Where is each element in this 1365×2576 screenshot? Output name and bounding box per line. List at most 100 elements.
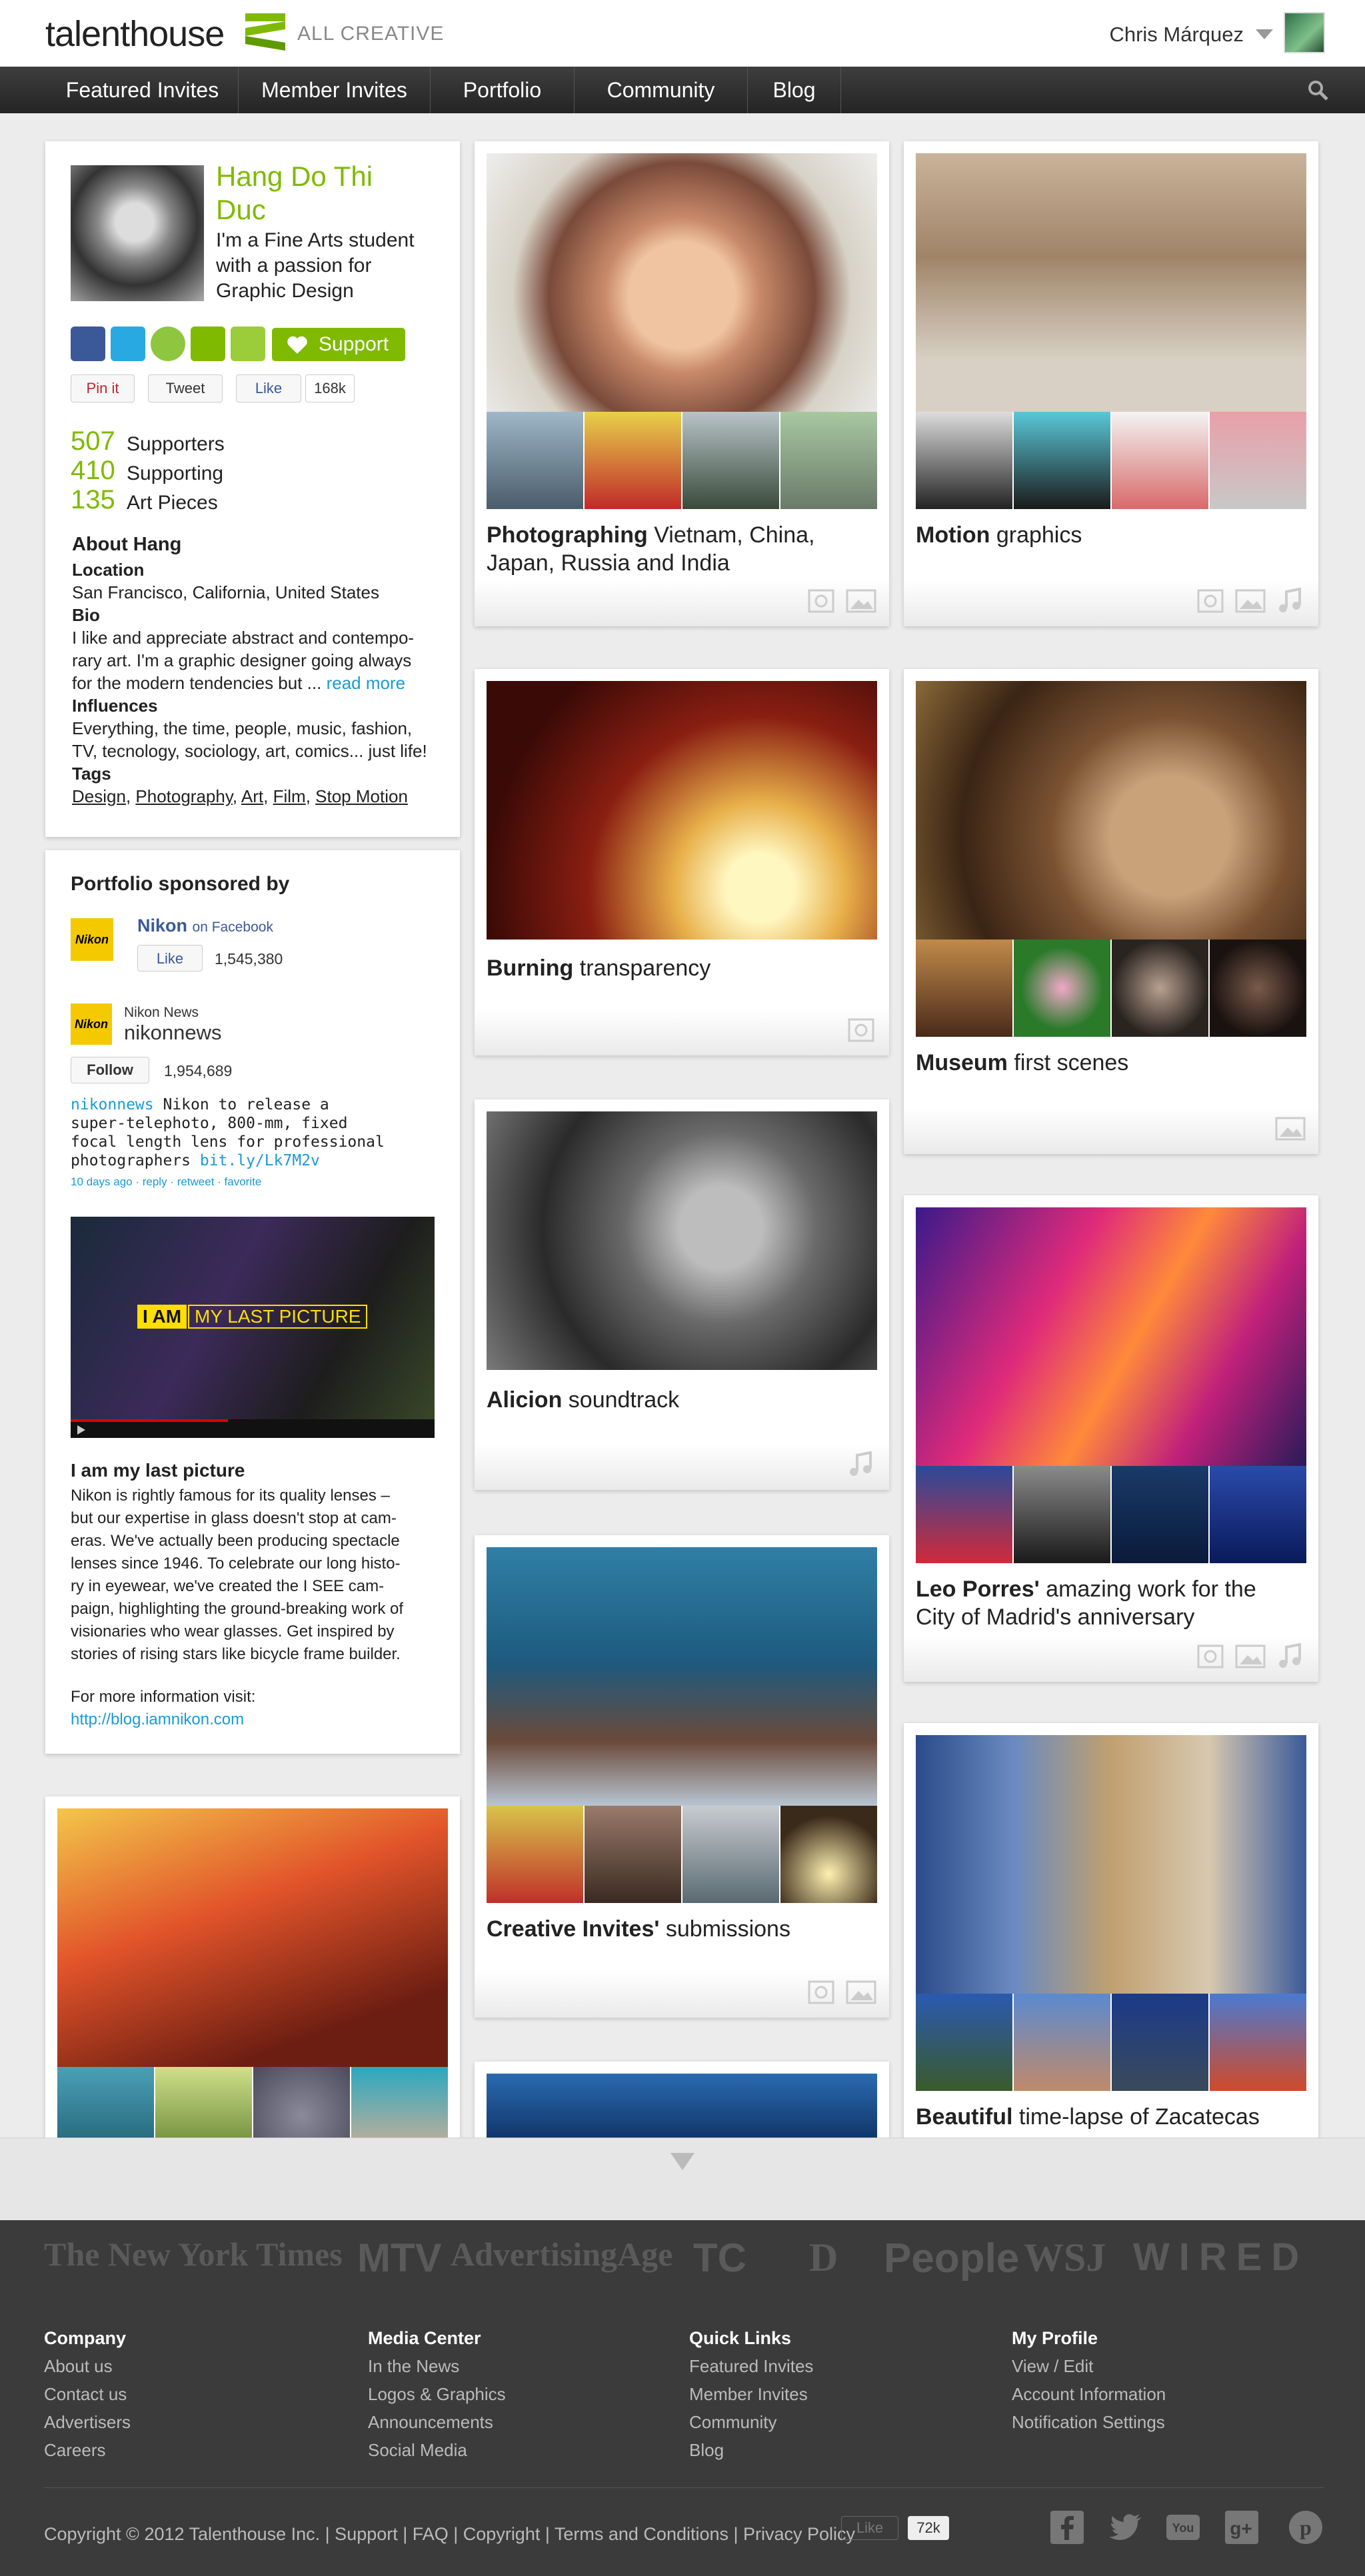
thumbnail[interactable] (916, 1466, 1012, 1563)
art-pieces-label[interactable]: Art Pieces (127, 492, 218, 514)
nav-featured-invites[interactable]: Featured Invites (47, 67, 239, 113)
thumbnail[interactable] (1112, 940, 1208, 1037)
thumbnail[interactable] (682, 1806, 779, 1903)
tag-link[interactable]: Stop Motion (315, 786, 408, 806)
thumbnail[interactable] (585, 412, 681, 509)
thumbnail[interactable] (780, 412, 877, 509)
nav-blog[interactable]: Blog (748, 67, 841, 113)
card-image[interactable] (916, 153, 1306, 412)
thumbnail[interactable] (1014, 940, 1110, 1037)
tag-link[interactable]: Art (241, 786, 263, 806)
pinterest-icon[interactable]: p (1288, 2509, 1324, 2545)
thumbnail[interactable] (1112, 1466, 1208, 1563)
nav-community[interactable]: Community (575, 67, 748, 113)
portfolio-card-burning[interactable]: Burning transparency (475, 669, 889, 1055)
tag-link[interactable]: Film (273, 786, 306, 806)
supporting-label[interactable]: Supporting (127, 462, 223, 485)
card-image[interactable] (487, 681, 877, 940)
footer-link-member[interactable]: Member Invites (689, 2384, 808, 2405)
thumbnail[interactable] (1014, 412, 1110, 509)
thumbnail[interactable] (1210, 1466, 1306, 1563)
card-image[interactable] (487, 1547, 877, 1806)
copyright-bar[interactable]: Copyright © 2012 Talenthouse Inc. | Supp… (44, 2524, 855, 2545)
portfolio-card-leo-porres[interactable]: Leo Porres' amazing work for the City of … (904, 1195, 1318, 1682)
footer-link-announcements[interactable]: Announcements (368, 2412, 493, 2433)
twitter-icon[interactable] (111, 326, 145, 361)
facebook-like-button[interactable]: Like (137, 945, 203, 971)
portfolio-card-alicion[interactable]: Alicion soundtrack (475, 1099, 889, 1490)
support-button[interactable]: Support (272, 328, 405, 361)
footer-link-view-edit[interactable]: View / Edit (1012, 2356, 1093, 2377)
twitter-follow-button[interactable]: Follow (71, 1057, 149, 1083)
tweet-author[interactable]: nikonnews (71, 1096, 154, 1113)
card-image[interactable] (916, 1735, 1306, 1994)
portfolio-card-motion[interactable]: Motion graphics (904, 141, 1318, 626)
card-image[interactable] (487, 1111, 877, 1370)
twitter-icon[interactable] (1108, 2509, 1144, 2545)
video-controls[interactable] (71, 1419, 435, 1438)
video-player[interactable]: I AM MY LAST PICTURE (71, 1217, 435, 1438)
footer-link-account[interactable]: Account Information (1012, 2384, 1166, 2405)
card-image[interactable] (57, 1808, 448, 2067)
thumbnail[interactable] (1210, 1994, 1306, 2091)
thumbnail[interactable] (780, 1806, 877, 1903)
youtube-icon[interactable]: You (1165, 2509, 1201, 2545)
footer-link-news[interactable]: In the News (368, 2356, 459, 2377)
thumbnail[interactable] (1210, 940, 1306, 1037)
footer-link-advertisers[interactable]: Advertisers (44, 2412, 131, 2433)
portfolio-card-museum[interactable]: Museum first scenes (904, 669, 1318, 1154)
load-more-band[interactable] (0, 2138, 1365, 2220)
pin-it-button[interactable]: Pin it (71, 374, 135, 402)
portfolio-card-creative-invites[interactable]: Creative Invites' submissions (475, 1535, 889, 2018)
thumbnail[interactable] (916, 940, 1012, 1037)
video-progress[interactable] (71, 1419, 228, 1422)
chevron-down-icon[interactable] (669, 2152, 696, 2172)
footer-link-notifications[interactable]: Notification Settings (1012, 2412, 1165, 2433)
user-menu-name[interactable]: Chris Márquez (1109, 23, 1244, 47)
thumbnail[interactable] (487, 1806, 583, 1903)
footer-link-blog[interactable]: Blog (689, 2440, 724, 2461)
globe-icon[interactable] (151, 326, 185, 361)
facebook-icon[interactable] (71, 326, 105, 361)
thumbnail[interactable] (1014, 1466, 1110, 1563)
portfolio-card-dance[interactable] (45, 1796, 460, 2164)
tag-link[interactable]: Design (72, 786, 126, 806)
tweet-meta[interactable]: 10 days ago · reply · retweet · favorite (71, 1175, 261, 1189)
portfolio-card-zacatecas[interactable]: Beautiful time-lapse of Zacatecas (904, 1723, 1318, 2156)
play-icon[interactable] (76, 1425, 87, 1435)
read-more-link[interactable]: read more (327, 673, 406, 693)
footer-link-community[interactable]: Community (689, 2412, 776, 2433)
footer-link-about[interactable]: About us (44, 2356, 113, 2377)
nav-member-invites[interactable]: Member Invites (239, 67, 431, 113)
site-logo[interactable]: talenthouse (45, 13, 225, 55)
thumbnail[interactable] (916, 412, 1012, 509)
thumbnail[interactable] (585, 1806, 681, 1903)
nav-portfolio[interactable]: Portfolio (431, 67, 575, 113)
search-icon[interactable] (1306, 79, 1329, 101)
thumbnail[interactable] (1210, 412, 1306, 509)
google-plus-icon[interactable]: g+ (1224, 2509, 1260, 2545)
tweet-link[interactable]: bit.ly/Lk7M2v (200, 1152, 320, 1169)
thumbnail[interactable] (916, 1994, 1012, 2091)
facebook-icon[interactable] (1049, 2509, 1085, 2545)
footer-like-button[interactable]: Like (841, 2516, 898, 2540)
thumbnail[interactable] (1112, 412, 1208, 509)
footer-link-contact[interactable]: Contact us (44, 2384, 127, 2405)
nikon-facebook-link[interactable]: Nikon on Facebook (137, 916, 273, 936)
facebook-like-button[interactable]: Like (236, 374, 301, 402)
footer-link-logos[interactable]: Logos & Graphics (368, 2384, 506, 2405)
more-info-link[interactable]: http://blog.iamnikon.com (71, 1708, 244, 1731)
footer-link-social[interactable]: Social Media (368, 2440, 467, 2461)
thumbnail[interactable] (487, 412, 583, 509)
footer-link-featured[interactable]: Featured Invites (689, 2356, 813, 2377)
card-image[interactable] (916, 681, 1306, 940)
tweet-button[interactable]: Tweet (148, 374, 223, 402)
avatar[interactable] (1284, 12, 1325, 53)
thumbnail[interactable] (1112, 1994, 1208, 2091)
card-image[interactable] (487, 153, 877, 412)
footer-link-careers[interactable]: Careers (44, 2440, 105, 2461)
supporters-label[interactable]: Supporters (127, 433, 225, 456)
tag-link[interactable]: Photography (135, 786, 233, 806)
share-icon[interactable] (231, 326, 265, 361)
chevron-down-icon[interactable] (1256, 29, 1273, 39)
